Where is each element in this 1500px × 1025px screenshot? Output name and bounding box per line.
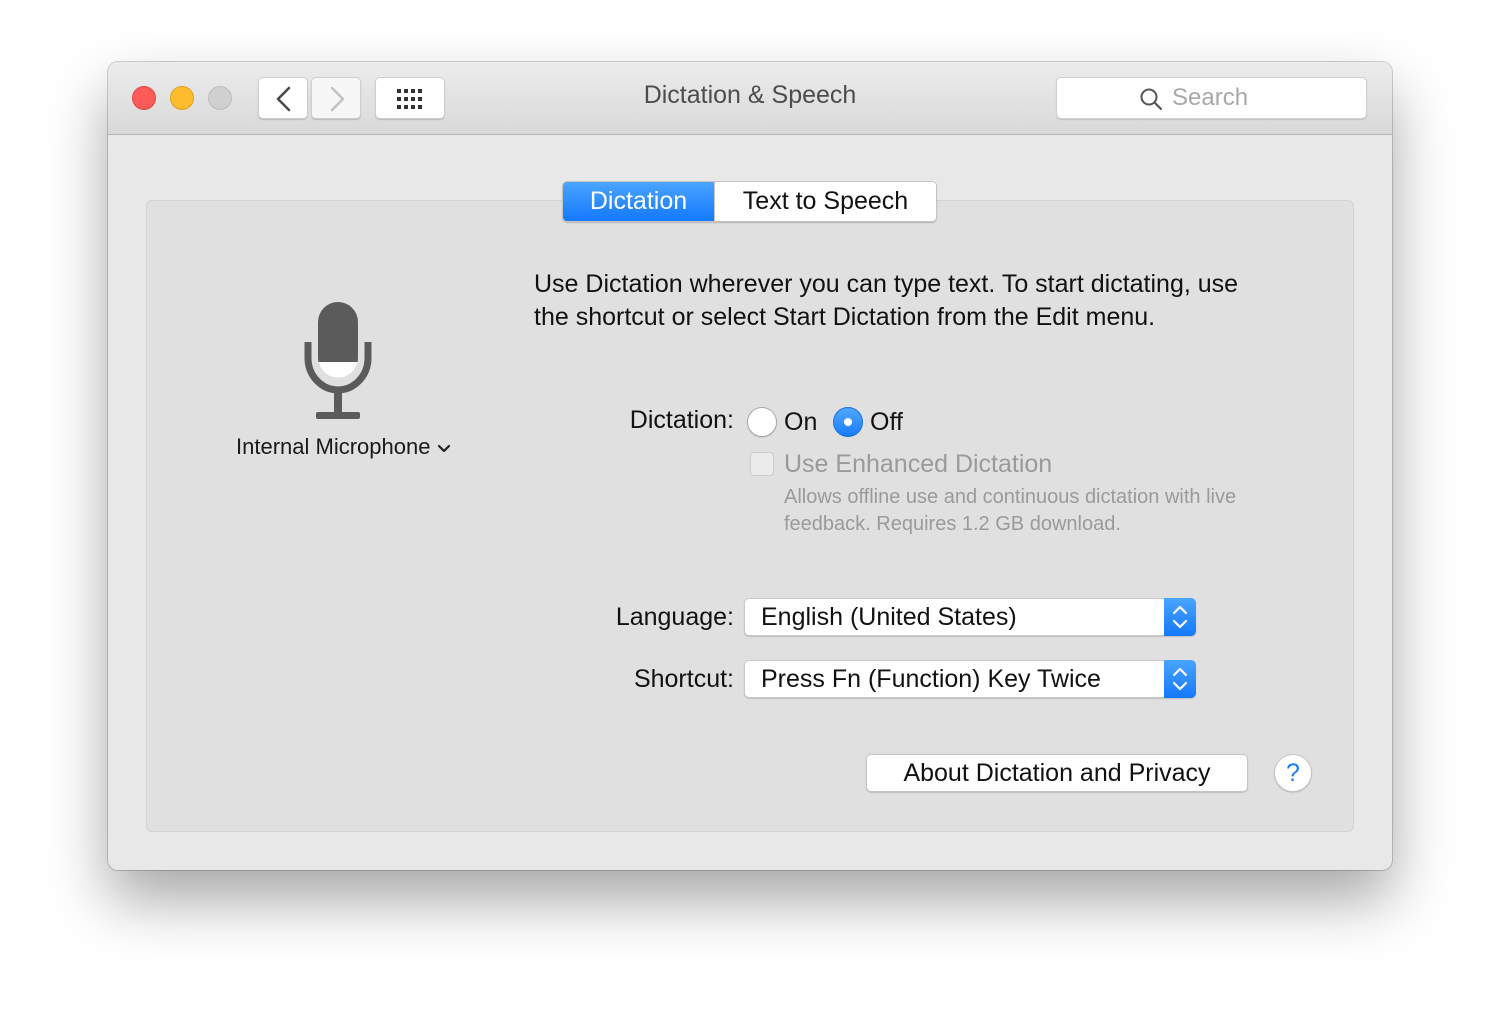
shortcut-popup[interactable]: Press Fn (Function) Key Twice xyxy=(744,660,1196,698)
enhanced-dictation-label: Use Enhanced Dictation xyxy=(784,450,1053,478)
dictation-on-radio[interactable] xyxy=(747,407,777,437)
tab-control: Dictation Text to Speech xyxy=(562,181,937,222)
up-down-arrows-icon xyxy=(1172,605,1188,629)
window-title: Dictation & Speech xyxy=(643,81,857,109)
language-stepper[interactable] xyxy=(1164,598,1196,636)
title-bar[interactable]: Dictation & Speech xyxy=(108,62,1392,135)
microphone-label: Internal Microphone xyxy=(236,434,431,459)
show-all-button[interactable] xyxy=(375,77,445,119)
forward-button[interactable] xyxy=(311,77,361,119)
shortcut-value: Press Fn (Function) Key Twice xyxy=(761,665,1101,693)
dictation-label: Dictation: xyxy=(629,406,734,434)
search-input[interactable] xyxy=(1172,84,1352,112)
language-label: Language: xyxy=(615,603,734,631)
minimize-window-button[interactable] xyxy=(170,86,194,110)
chevron-left-icon xyxy=(276,86,291,112)
language-popup[interactable]: English (United States) xyxy=(744,598,1196,636)
about-dictation-privacy-button[interactable]: About Dictation and Privacy xyxy=(866,754,1248,792)
enhanced-dictation-description: Allows offline use and continuous dictat… xyxy=(784,486,1237,535)
search-icon xyxy=(1140,88,1163,111)
microphone-icon xyxy=(304,300,376,429)
back-button[interactable] xyxy=(258,77,308,119)
zoom-window-button xyxy=(208,86,232,110)
dictation-off-label[interactable]: Off xyxy=(870,408,903,437)
intro-text: Use Dictation wherever you can type text… xyxy=(534,270,1239,331)
shortcut-label: Shortcut: xyxy=(633,665,734,693)
chevron-right-icon xyxy=(330,86,345,112)
help-button[interactable]: ? xyxy=(1274,754,1312,792)
enhanced-dictation-checkbox xyxy=(750,452,774,476)
language-value: English (United States) xyxy=(761,603,1017,631)
grid-icon xyxy=(397,89,422,109)
dictation-on-label[interactable]: On xyxy=(784,408,817,437)
microphone-selector[interactable]: Internal Microphone xyxy=(236,434,452,461)
up-down-arrows-icon xyxy=(1172,667,1188,691)
chevron-down-icon xyxy=(436,435,452,461)
tab-dictation[interactable]: Dictation xyxy=(563,182,714,221)
shortcut-stepper[interactable] xyxy=(1164,660,1196,698)
search-field[interactable] xyxy=(1056,77,1367,119)
preferences-window: Dictation & Speech Dictation Text to Spe… xyxy=(108,62,1392,870)
close-window-button[interactable] xyxy=(132,86,156,110)
tab-text-to-speech[interactable]: Text to Speech xyxy=(714,182,936,221)
dictation-off-radio[interactable] xyxy=(833,407,863,437)
